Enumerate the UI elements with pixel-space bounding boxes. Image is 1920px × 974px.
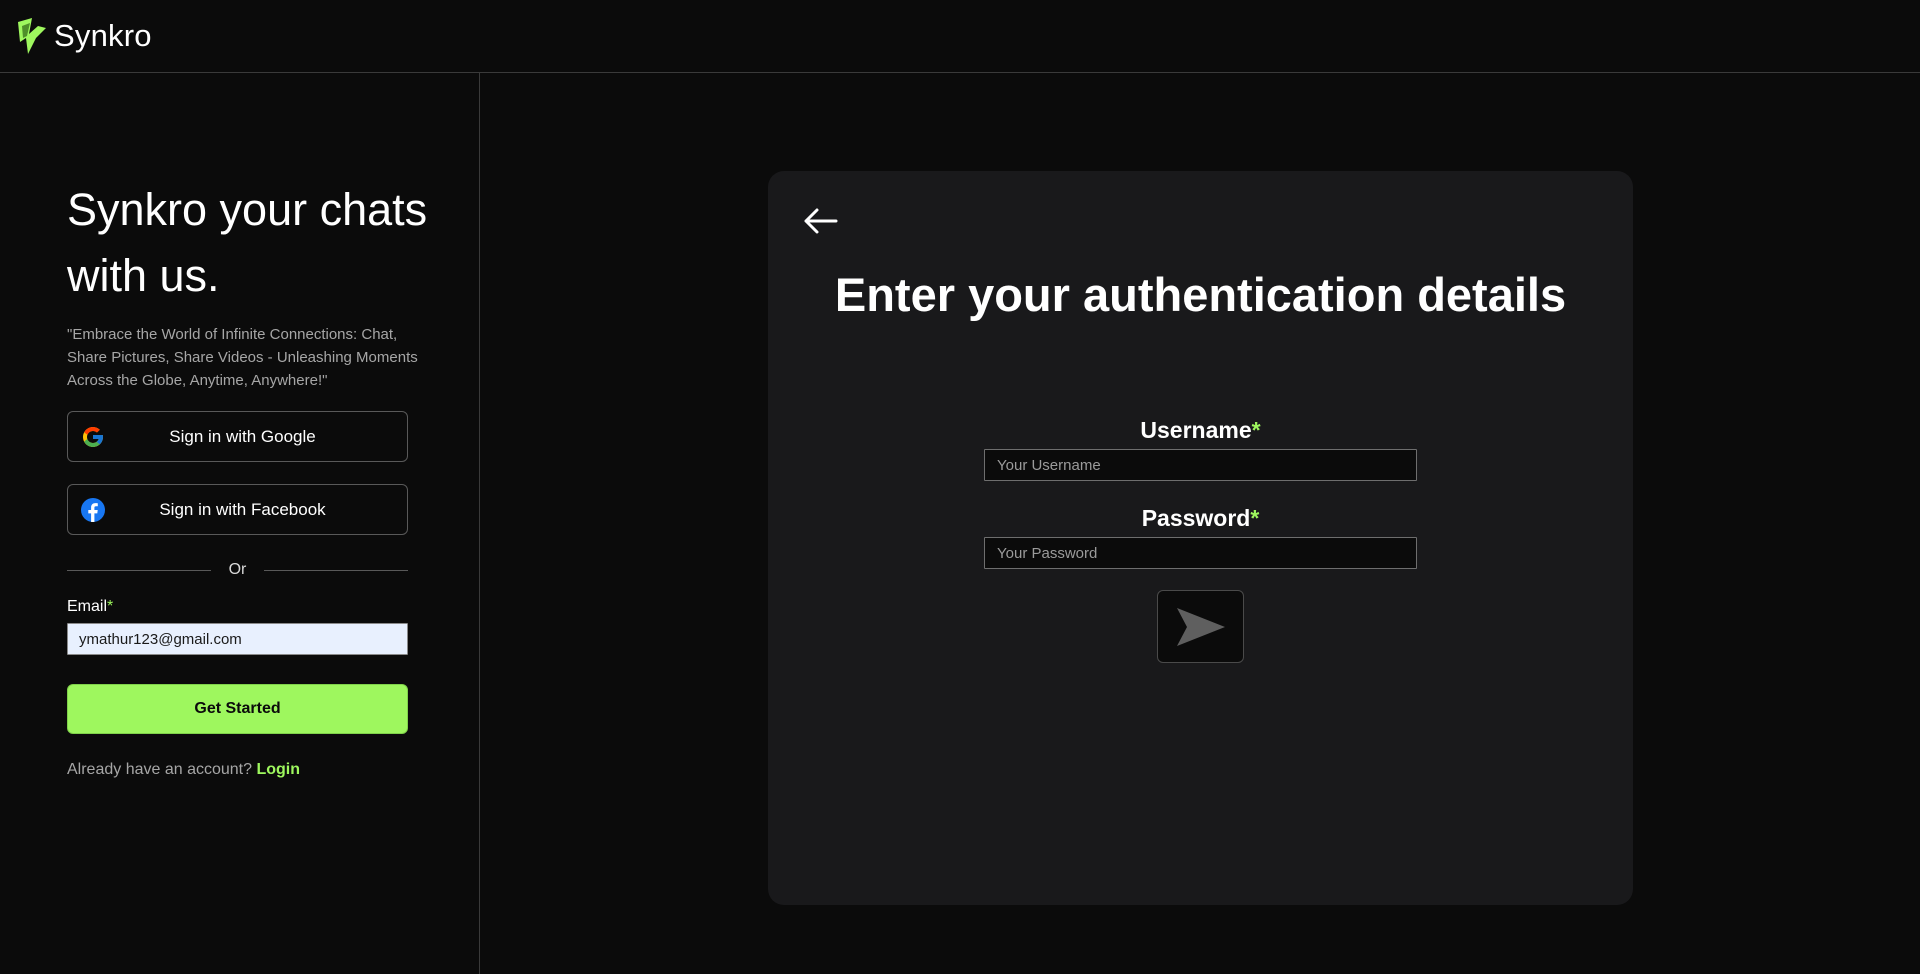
password-input[interactable]: [984, 537, 1417, 569]
username-label-text: Username: [1140, 417, 1252, 443]
required-asterisk: *: [107, 598, 114, 615]
auth-card: Enter your authentication details Userna…: [768, 171, 1633, 905]
auth-title: Enter your authentication details: [834, 268, 1567, 321]
brand-name[interactable]: Synkro: [54, 18, 152, 54]
facebook-signin-button[interactable]: Sign in with Facebook: [67, 484, 408, 535]
submit-button[interactable]: [1157, 590, 1244, 663]
username-label: Username*: [768, 417, 1633, 444]
sidebar: Synkro your chats with us. "Embrace the …: [0, 73, 480, 974]
facebook-icon: [81, 498, 105, 522]
password-label-text: Password: [1141, 505, 1251, 531]
login-prompt: Already have an account? Login: [67, 761, 300, 779]
divider-line-right: [264, 569, 408, 571]
login-prompt-text: Already have an account?: [67, 761, 253, 778]
get-started-button[interactable]: Get Started: [67, 684, 408, 734]
login-link[interactable]: Login: [256, 761, 300, 778]
username-input[interactable]: [984, 449, 1417, 481]
email-input[interactable]: [67, 623, 408, 655]
divider-text: Or: [228, 561, 247, 578]
google-signin-label: Sign in with Google: [169, 426, 316, 446]
google-signin-button[interactable]: Sign in with Google: [67, 411, 408, 462]
email-label: Email*: [67, 598, 113, 616]
send-arrow-icon: [1176, 607, 1225, 646]
arrow-left-icon: [804, 208, 838, 234]
synkro-logo-icon[interactable]: [16, 16, 48, 56]
google-icon: [83, 427, 103, 447]
password-label: Password*: [768, 505, 1633, 532]
required-asterisk: *: [1250, 505, 1260, 531]
sidebar-tagline: "Embrace the World of Infinite Connectio…: [67, 326, 418, 389]
top-bar: Synkro: [0, 0, 1920, 73]
sidebar-headline: Synkro your chats with us.: [67, 184, 428, 301]
email-label-text: Email: [67, 598, 108, 615]
divider-line-left: [67, 569, 211, 571]
required-asterisk: *: [1251, 417, 1261, 443]
or-divider: Or: [67, 560, 408, 580]
facebook-signin-label: Sign in with Facebook: [159, 499, 326, 519]
back-button[interactable]: [800, 201, 840, 241]
